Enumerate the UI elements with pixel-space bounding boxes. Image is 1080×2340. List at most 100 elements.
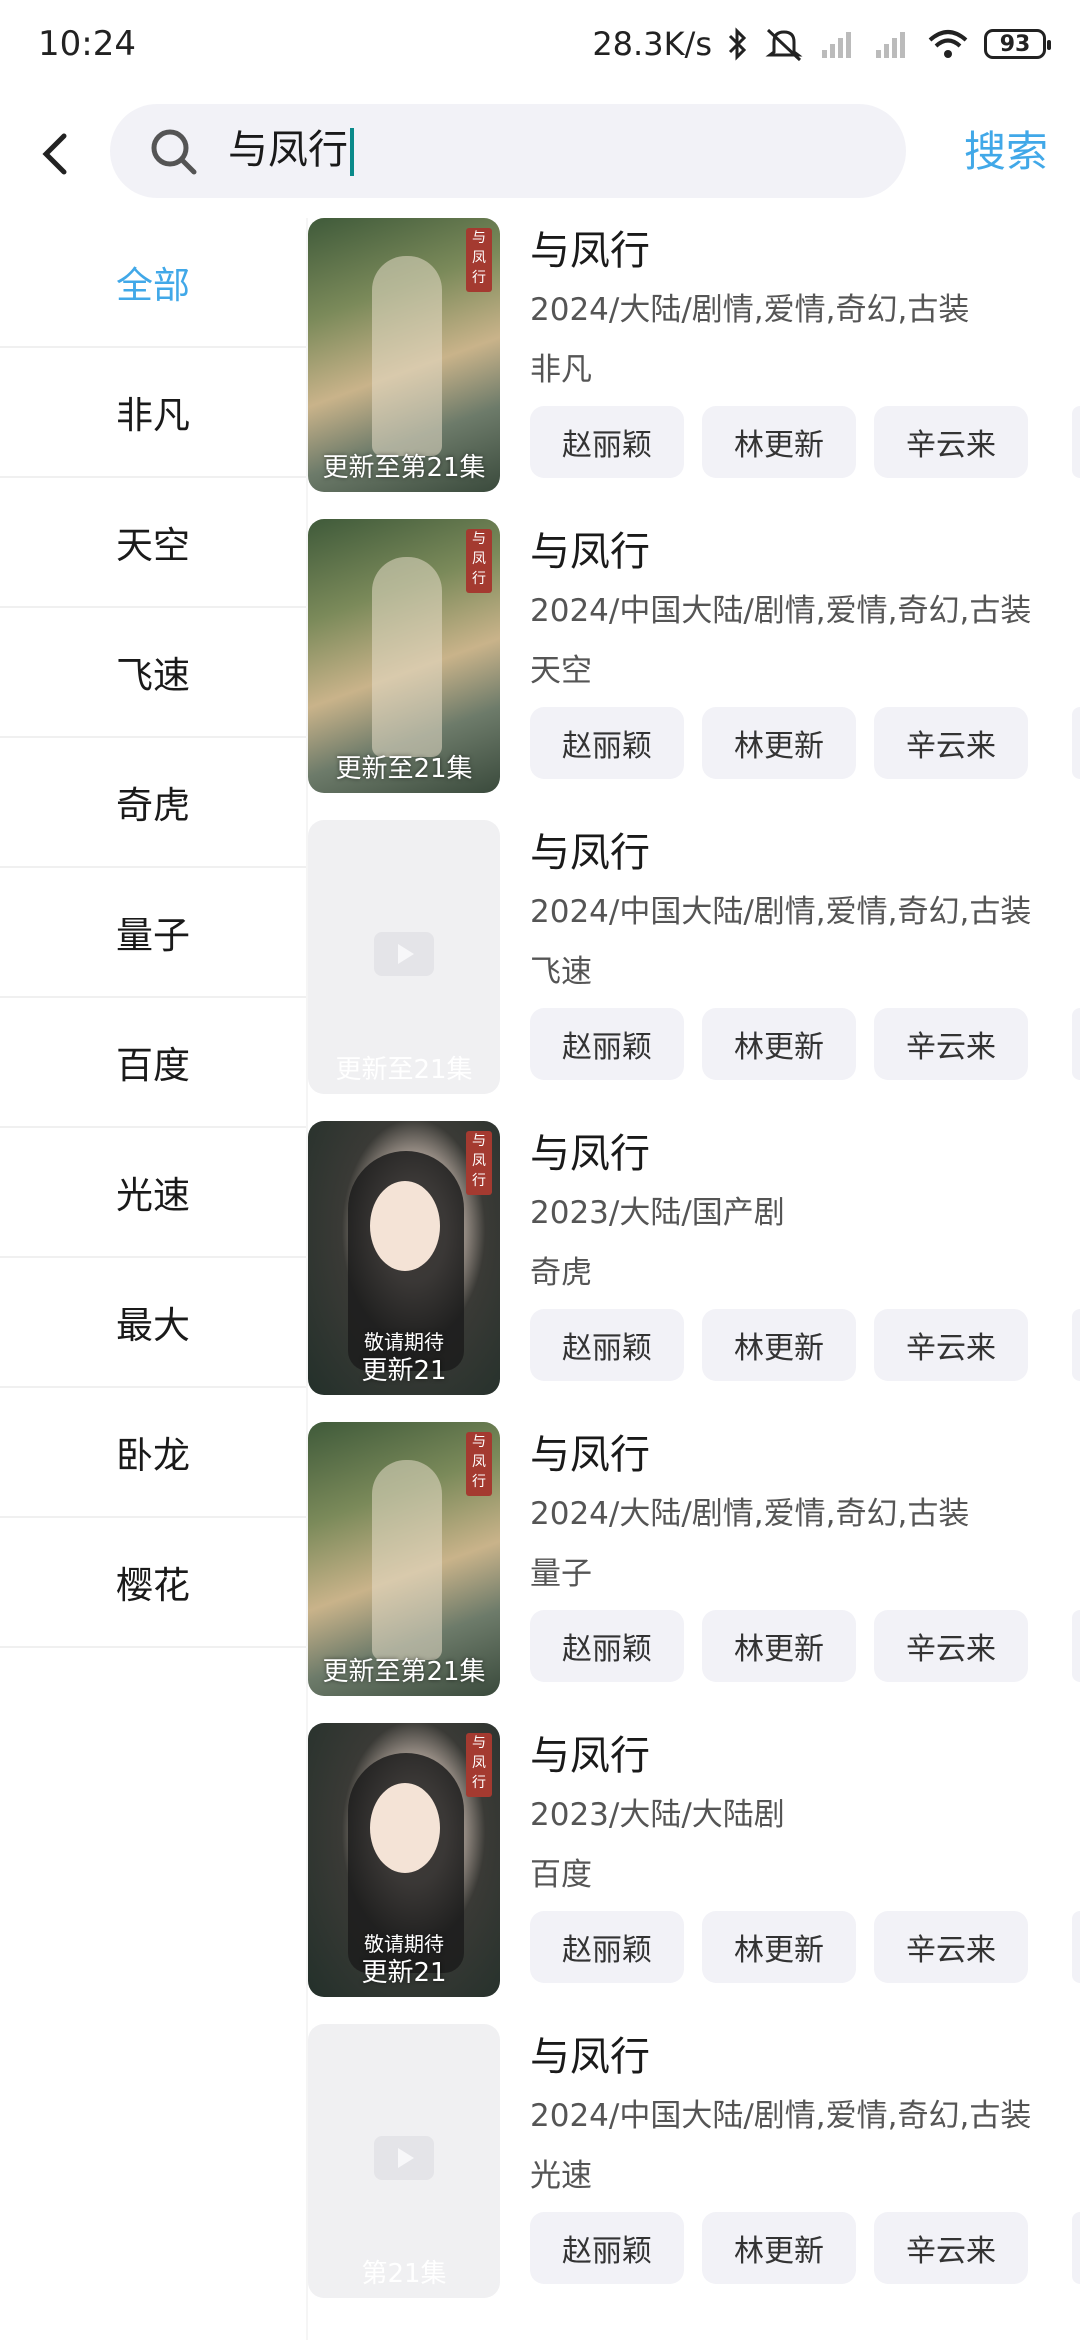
result-card[interactable]: 与凤行 更新至21集 与凤行 2024/中国大陆/剧情,爱情,奇幻,古装 天空 … (308, 519, 1080, 820)
result-card[interactable]: 与凤行 更新至第21集 与凤行 2024/大陆/剧情,爱情,奇幻,古装 非凡 赵… (308, 218, 1080, 519)
poster-image[interactable]: 与凤行 更新至第21集 (308, 218, 500, 492)
result-title[interactable]: 与凤行 (530, 1729, 650, 1783)
poster-seal: 与凤行 (466, 1432, 492, 1496)
cast-tag[interactable]: 林更新 (702, 707, 856, 779)
episode-label: 更新21 (361, 1958, 447, 1988)
sidebar-item-guangsu[interactable]: 光速 (0, 1128, 306, 1258)
poster-figure (372, 1460, 442, 1660)
cast-tag[interactable]: 辛云来 (874, 1309, 1028, 1381)
status-bar: 10:24 28.3K/s 93 (0, 0, 1080, 92)
cast-tag[interactable]: 林更新 (702, 1309, 856, 1381)
play-placeholder-icon (374, 2136, 434, 2180)
poster-figure (372, 557, 442, 757)
result-card[interactable]: 与凤行 敬请期待 更新21 与凤行 2023/大陆/国产剧 奇虎 赵丽颖 林更新… (308, 1121, 1080, 1422)
poster-seal: 与凤行 (466, 1131, 492, 1195)
episode-label: 更新至第21集 (322, 1657, 486, 1687)
poster-figure (372, 256, 442, 456)
result-meta: 2024/中国大陆/剧情,爱情,奇幻,古装 (530, 2098, 1032, 2134)
sidebar-item-feisu[interactable]: 飞速 (0, 608, 306, 738)
cast-tag[interactable]: 赵丽颖 (530, 1610, 684, 1682)
result-card[interactable]: 更新至21集 与凤行 2024/中国大陆/剧情,爱情,奇幻,古装 飞速 赵丽颖 … (308, 820, 1080, 1121)
cast-tags: 赵丽颖 林更新 辛云来 (530, 1610, 1028, 1682)
poster-placeholder[interactable]: 第21集 (308, 2024, 500, 2298)
search-input[interactable]: 与凤行 (110, 104, 906, 198)
result-title[interactable]: 与凤行 (530, 224, 650, 278)
network-speed: 28.3K/s (592, 25, 712, 63)
poster-image[interactable]: 与凤行 更新至21集 (308, 519, 500, 793)
episode-label: 更新21 (361, 1356, 447, 1386)
poster-seal: 与凤行 (466, 228, 492, 292)
sidebar-item-liangzi[interactable]: 量子 (0, 868, 306, 998)
poster-image[interactable]: 与凤行 敬请期待 更新21 (308, 1723, 500, 1997)
result-title[interactable]: 与凤行 (530, 1127, 650, 1181)
sidebar-item-all[interactable]: 全部 (0, 218, 306, 348)
play-placeholder-icon (374, 932, 434, 976)
episode-label: 更新至21集 (335, 754, 473, 784)
result-card[interactable]: 与凤行 更新至第21集 与凤行 2024/大陆/剧情,爱情,奇幻,古装 量子 赵… (308, 1422, 1080, 1723)
result-source: 光速 (530, 2158, 592, 2194)
result-source: 奇虎 (530, 1255, 592, 1291)
poster-image[interactable]: 与凤行 敬请期待 更新21 (308, 1121, 500, 1395)
cast-tag[interactable]: 林更新 (702, 1610, 856, 1682)
bluetooth-icon (728, 27, 747, 61)
source-sidebar: 全部 非凡 天空 飞速 奇虎 量子 百度 光速 最大 卧龙 樱花 (0, 218, 306, 2340)
poster-image[interactable]: 与凤行 更新至第21集 (308, 1422, 500, 1696)
cast-tag-overflow (1072, 1008, 1080, 1080)
result-meta: 2024/中国大陆/剧情,爱情,奇幻,古装 (530, 894, 1032, 930)
cast-tag[interactable]: 赵丽颖 (530, 707, 684, 779)
cast-tag-overflow (1072, 1911, 1080, 1983)
result-source: 非凡 (530, 352, 592, 388)
result-title[interactable]: 与凤行 (530, 2030, 650, 2084)
cast-tag[interactable]: 辛云来 (874, 1911, 1028, 1983)
result-meta: 2023/大陆/国产剧 (530, 1195, 785, 1231)
result-title[interactable]: 与凤行 (530, 826, 650, 880)
sidebar-item-zuida[interactable]: 最大 (0, 1258, 306, 1388)
search-button[interactable]: 搜索 (964, 122, 1048, 182)
sidebar-item-qihu[interactable]: 奇虎 (0, 738, 306, 868)
cast-tag[interactable]: 辛云来 (874, 1008, 1028, 1080)
cast-tag-overflow (1072, 2212, 1080, 2284)
cast-tag[interactable]: 赵丽颖 (530, 406, 684, 478)
result-title[interactable]: 与凤行 (530, 1428, 650, 1482)
cast-tag[interactable]: 赵丽颖 (530, 2212, 684, 2284)
wifi-icon (928, 30, 968, 58)
cast-tag[interactable]: 辛云来 (874, 2212, 1028, 2284)
result-meta: 2023/大陆/大陆剧 (530, 1797, 785, 1833)
cast-tag[interactable]: 辛云来 (874, 1610, 1028, 1682)
status-icons: 28.3K/s 93 (592, 20, 1051, 68)
cast-tag[interactable]: 赵丽颖 (530, 1911, 684, 1983)
result-title[interactable]: 与凤行 (530, 525, 650, 579)
search-query: 与凤行 (228, 120, 354, 180)
episode-label: 更新至21集 (335, 1055, 473, 1085)
poster-face (370, 1783, 440, 1873)
poster-placeholder[interactable]: 更新至21集 (308, 820, 500, 1094)
results-list: 与凤行 更新至第21集 与凤行 2024/大陆/剧情,爱情,奇幻,古装 非凡 赵… (308, 218, 1080, 2325)
result-meta: 2024/大陆/剧情,爱情,奇幻,古装 (530, 292, 970, 328)
cast-tag[interactable]: 赵丽颖 (530, 1008, 684, 1080)
sidebar-item-feifan[interactable]: 非凡 (0, 348, 306, 478)
sidebar-item-tiankong[interactable]: 天空 (0, 478, 306, 608)
cast-tags: 赵丽颖 林更新 辛云来 (530, 1008, 1028, 1080)
cast-tag[interactable]: 林更新 (702, 1911, 856, 1983)
cast-tag[interactable]: 林更新 (702, 2212, 856, 2284)
cast-tag-overflow (1072, 406, 1080, 478)
result-source: 飞速 (530, 954, 592, 990)
result-meta: 2024/大陆/剧情,爱情,奇幻,古装 (530, 1496, 970, 1532)
sidebar-item-yinghua[interactable]: 樱花 (0, 1518, 306, 1648)
poster-seal: 与凤行 (466, 529, 492, 593)
cast-tag[interactable]: 辛云来 (874, 707, 1028, 779)
back-arrow-icon[interactable] (30, 124, 80, 184)
cast-tag[interactable]: 林更新 (702, 406, 856, 478)
cast-tag[interactable]: 林更新 (702, 1008, 856, 1080)
cast-tag[interactable]: 赵丽颖 (530, 1309, 684, 1381)
episode-label: 更新至第21集 (322, 453, 486, 483)
cast-tags: 赵丽颖 林更新 辛云来 (530, 406, 1028, 478)
sidebar-item-baidu[interactable]: 百度 (0, 998, 306, 1128)
result-source: 量子 (530, 1556, 592, 1592)
result-card[interactable]: 与凤行 敬请期待 更新21 与凤行 2023/大陆/大陆剧 百度 赵丽颖 林更新… (308, 1723, 1080, 2024)
sidebar-item-wolong[interactable]: 卧龙 (0, 1388, 306, 1518)
cast-tag[interactable]: 辛云来 (874, 406, 1028, 478)
result-card[interactable]: 第21集 与凤行 2024/中国大陆/剧情,爱情,奇幻,古装 光速 赵丽颖 林更… (308, 2024, 1080, 2325)
cast-tag-overflow (1072, 707, 1080, 779)
battery-icon: 93 (984, 29, 1051, 59)
